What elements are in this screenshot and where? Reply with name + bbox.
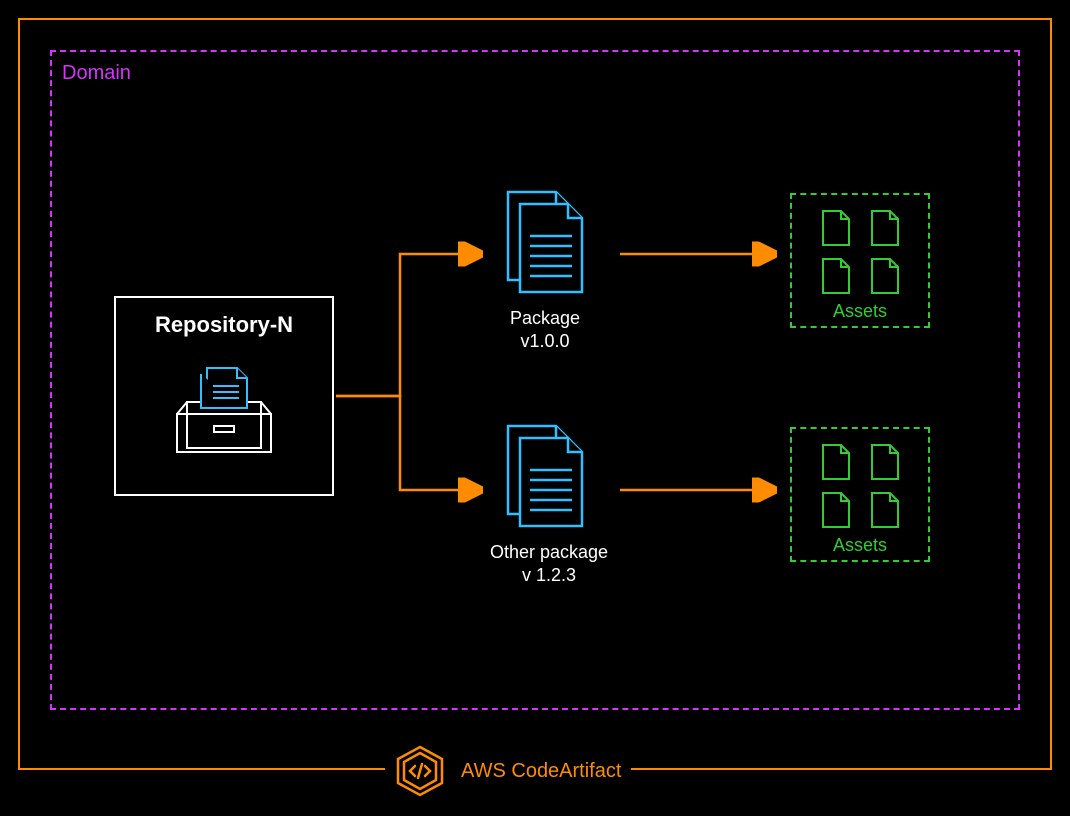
codeartifact-icon (395, 744, 445, 798)
arrows-overlay (0, 0, 1070, 816)
service-label: AWS CodeArtifact (461, 760, 621, 783)
service-badge: AWS CodeArtifact (385, 744, 631, 798)
